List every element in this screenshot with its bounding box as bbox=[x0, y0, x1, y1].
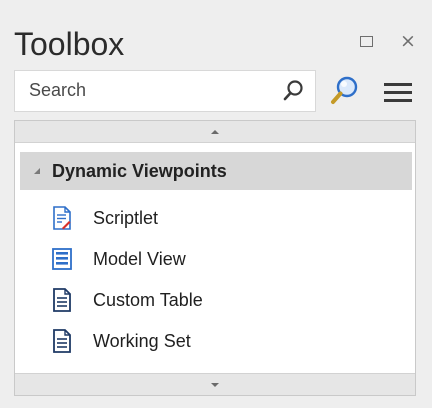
toolbox-item-model-view[interactable]: Model View bbox=[51, 243, 391, 275]
toolbox-item-working-set[interactable]: Working Set bbox=[51, 325, 391, 357]
toolbox-item-scriptlet[interactable]: Scriptlet bbox=[51, 202, 391, 234]
restore-window-icon bbox=[359, 35, 373, 47]
toolbox-item-custom-table[interactable]: Custom Table bbox=[51, 284, 391, 316]
scroll-up-button[interactable] bbox=[15, 121, 415, 143]
restore-button[interactable] bbox=[352, 26, 380, 56]
item-label-scriptlet: Scriptlet bbox=[93, 207, 159, 228]
search-icon[interactable] bbox=[281, 78, 307, 104]
scriptlet-icon bbox=[53, 206, 71, 230]
item-label-custom-table: Custom Table bbox=[93, 289, 203, 310]
collapse-triangle-icon[interactable] bbox=[34, 168, 40, 174]
item-label-model-view: Model View bbox=[93, 248, 186, 269]
custom-table-icon bbox=[53, 288, 71, 312]
close-icon: × bbox=[400, 29, 416, 52]
scroll-down-button[interactable] bbox=[15, 373, 415, 395]
toolbox-list: Dynamic Viewpoints Scriptlet Model View … bbox=[14, 120, 416, 396]
search-input[interactable]: Search bbox=[14, 70, 316, 112]
group-header-dynamic-viewpoints[interactable]: Dynamic Viewpoints bbox=[20, 152, 412, 190]
toolbox-panel: Toolbox × Search Dynamic Viewpoints Scri… bbox=[0, 0, 432, 408]
chevron-down-icon bbox=[211, 382, 219, 387]
group-title: Dynamic Viewpoints bbox=[52, 160, 227, 181]
working-set-icon bbox=[53, 329, 71, 353]
search-placeholder: Search bbox=[29, 80, 87, 100]
panel-title: Toolbox bbox=[14, 26, 125, 62]
model-view-icon bbox=[52, 248, 72, 270]
chevron-up-icon bbox=[211, 129, 219, 134]
item-label-working-set: Working Set bbox=[93, 330, 191, 351]
magnifier-find-icon[interactable] bbox=[328, 74, 362, 108]
close-button[interactable]: × bbox=[394, 26, 422, 56]
hamburger-menu-icon[interactable] bbox=[380, 80, 416, 106]
